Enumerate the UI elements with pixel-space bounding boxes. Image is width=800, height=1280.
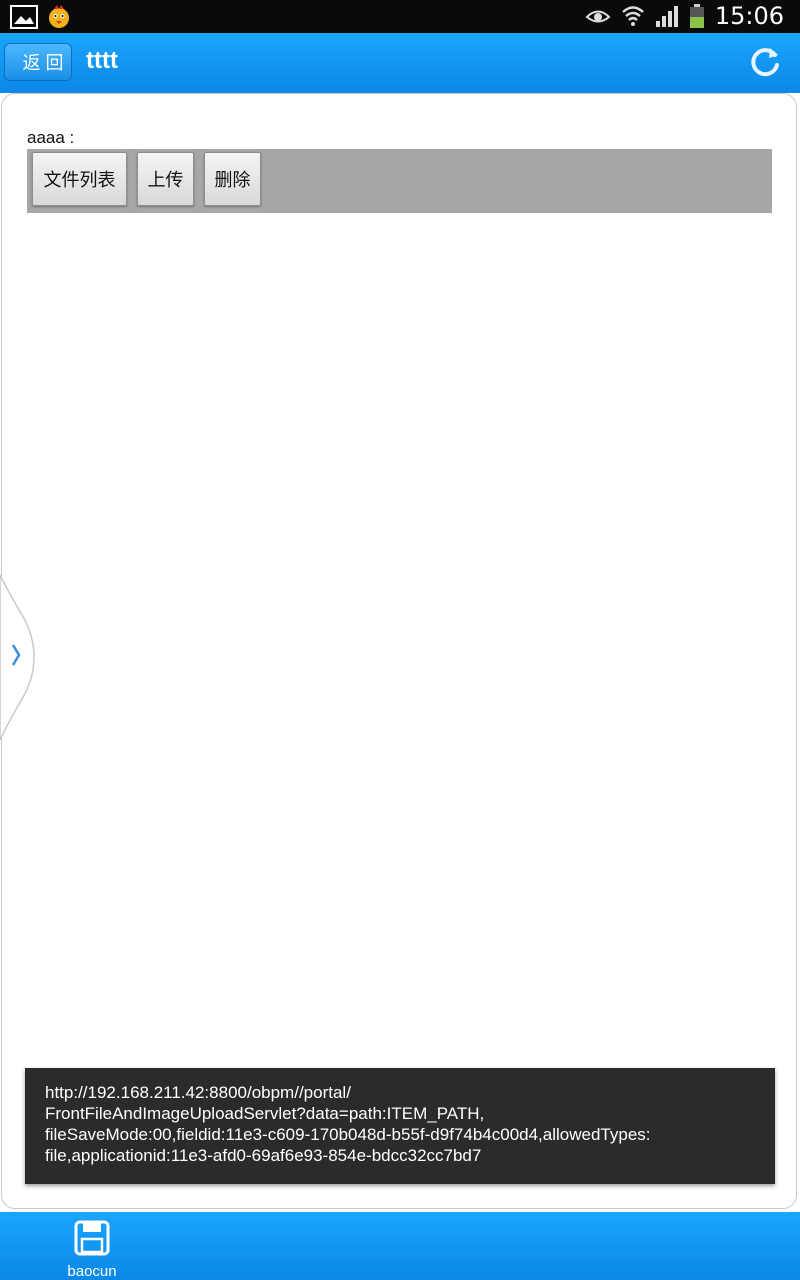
content-panel — [1, 93, 797, 1209]
upload-button[interactable]: 上传 — [137, 152, 194, 206]
wifi-icon — [621, 6, 644, 26]
side-drawer-tab[interactable] — [0, 575, 40, 740]
page-title: tttt — [86, 47, 118, 74]
save-icon — [74, 1220, 110, 1256]
file-button-bar: 文件列表 上传 删除 — [27, 149, 772, 213]
eye-icon — [585, 10, 611, 23]
save-label: baocun — [67, 1263, 117, 1280]
refresh-icon[interactable] — [748, 45, 782, 79]
toast-line: FrontFileAndImageUploadServlet?data=path… — [45, 1104, 485, 1123]
file-list-button[interactable]: 文件列表 — [32, 152, 127, 206]
save-button[interactable]: baocun — [56, 1220, 128, 1280]
status-time: 15:06 — [714, 2, 784, 30]
battery-icon — [689, 4, 704, 28]
signal-icon — [655, 6, 678, 27]
field-label: aaaa : — [27, 128, 75, 147]
toast-line: fileSaveMode:00,fieldid:11e3-c609-170b04… — [45, 1125, 651, 1144]
status-bar: 15:06 — [0, 0, 800, 33]
mascot-icon — [49, 5, 69, 28]
bottom-toolbar: baocun — [0, 1212, 800, 1280]
back-button[interactable]: 返 回 — [4, 43, 72, 81]
delete-button[interactable]: 删除 — [204, 152, 261, 206]
url-toast: http://192.168.211.42:8800/obpm//portal/… — [25, 1068, 775, 1184]
image-icon — [10, 5, 38, 29]
header-bar: 返 回 tttt — [0, 33, 800, 93]
toast-line: file,applicationid:11e3-afd0-69af6e93-85… — [45, 1146, 482, 1165]
toast-line: http://192.168.211.42:8800/obpm//portal/ — [45, 1083, 351, 1102]
